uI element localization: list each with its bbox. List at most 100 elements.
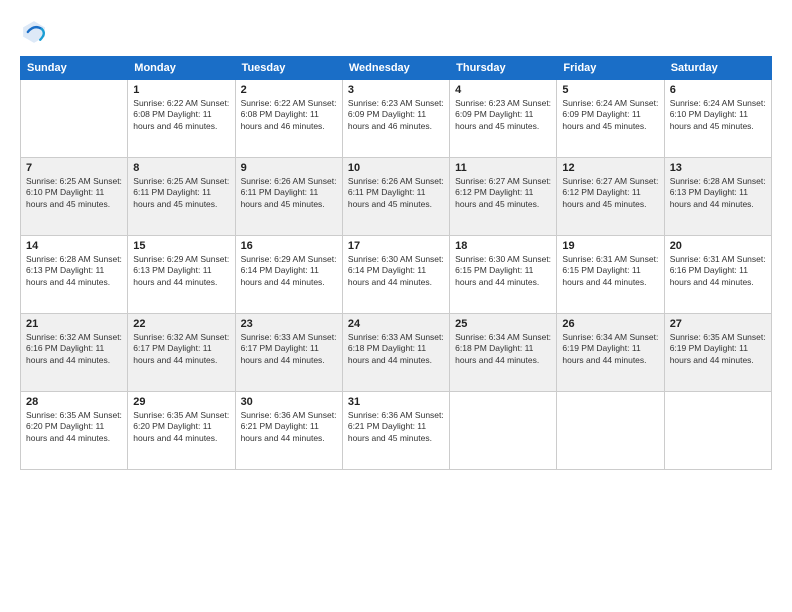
day-number: 27 — [670, 318, 766, 330]
day-info: Sunrise: 6:35 AM Sunset: 6:20 PM Dayligh… — [133, 410, 229, 444]
day-info: Sunrise: 6:33 AM Sunset: 6:17 PM Dayligh… — [241, 332, 337, 366]
day-number: 23 — [241, 318, 337, 330]
day-info: Sunrise: 6:23 AM Sunset: 6:09 PM Dayligh… — [455, 98, 551, 132]
calendar-header-sunday: Sunday — [21, 57, 128, 80]
day-info: Sunrise: 6:23 AM Sunset: 6:09 PM Dayligh… — [348, 98, 444, 132]
calendar-header-saturday: Saturday — [664, 57, 771, 80]
calendar-cell: 12Sunrise: 6:27 AM Sunset: 6:12 PM Dayli… — [557, 158, 664, 236]
day-info: Sunrise: 6:29 AM Sunset: 6:14 PM Dayligh… — [241, 254, 337, 288]
day-info: Sunrise: 6:25 AM Sunset: 6:10 PM Dayligh… — [26, 176, 122, 210]
day-number: 13 — [670, 162, 766, 174]
day-number: 29 — [133, 396, 229, 408]
calendar-cell: 1Sunrise: 6:22 AM Sunset: 6:08 PM Daylig… — [128, 80, 235, 158]
day-info: Sunrise: 6:35 AM Sunset: 6:20 PM Dayligh… — [26, 410, 122, 444]
day-info: Sunrise: 6:24 AM Sunset: 6:10 PM Dayligh… — [670, 98, 766, 132]
header — [20, 18, 772, 46]
day-info: Sunrise: 6:32 AM Sunset: 6:16 PM Dayligh… — [26, 332, 122, 366]
page: SundayMondayTuesdayWednesdayThursdayFrid… — [0, 0, 792, 612]
day-number: 26 — [562, 318, 658, 330]
day-info: Sunrise: 6:36 AM Sunset: 6:21 PM Dayligh… — [241, 410, 337, 444]
calendar-cell: 29 Sunrise: 6:35 AM Sunset: 6:20 PM Dayli… — [128, 392, 235, 470]
day-info: Sunrise: 6:24 AM Sunset: 6:09 PM Dayligh… — [562, 98, 658, 132]
day-info: Sunrise: 6:26 AM Sunset: 6:11 PM Dayligh… — [241, 176, 337, 210]
day-info: Sunrise: 6:25 AM Sunset: 6:11 PM Dayligh… — [133, 176, 229, 210]
day-info: Sunrise: 6:22 AM Sunset: 6:08 PM Dayligh… — [241, 98, 337, 132]
day-number: 24 — [348, 318, 444, 330]
day-number: 17 — [348, 240, 444, 252]
calendar-row-2: 7 Sunrise: 6:25 AM Sunset: 6:10 PM Daylig… — [21, 158, 772, 236]
calendar-cell: 9 Sunrise: 6:26 AM Sunset: 6:11 PM Daylig… — [235, 158, 342, 236]
calendar-cell: 17 Sunrise: 6:30 AM Sunset: 6:14 PM Dayli… — [342, 236, 449, 314]
calendar-cell: 16Sunrise: 6:29 AM Sunset: 6:14 PM Dayli… — [235, 236, 342, 314]
calendar-cell: 7 Sunrise: 6:25 AM Sunset: 6:10 PM Daylig… — [21, 158, 128, 236]
day-info: Sunrise: 6:31 AM Sunset: 6:16 PM Dayligh… — [670, 254, 766, 288]
calendar-header-tuesday: Tuesday — [235, 57, 342, 80]
calendar-cell: 23 Sunrise: 6:33 AM Sunset: 6:17 PM Dayli… — [235, 314, 342, 392]
calendar-cell: 18Sunrise: 6:30 AM Sunset: 6:15 PM Dayli… — [450, 236, 557, 314]
calendar-cell: 13 Sunrise: 6:28 AM Sunset: 6:13 PM Dayli… — [664, 158, 771, 236]
calendar-header-wednesday: Wednesday — [342, 57, 449, 80]
calendar-header-friday: Friday — [557, 57, 664, 80]
calendar-cell — [21, 80, 128, 158]
day-number: 1 — [133, 84, 229, 96]
day-number: 4 — [455, 84, 551, 96]
calendar-cell: 8 Sunrise: 6:25 AM Sunset: 6:11 PM Daylig… — [128, 158, 235, 236]
calendar-cell: 10Sunrise: 6:26 AM Sunset: 6:11 PM Dayli… — [342, 158, 449, 236]
day-number: 28 — [26, 396, 122, 408]
day-number: 6 — [670, 84, 766, 96]
calendar-cell: 3 Sunrise: 6:23 AM Sunset: 6:09 PM Daylig… — [342, 80, 449, 158]
logo-icon — [20, 18, 48, 46]
logo — [20, 18, 52, 46]
day-number: 15 — [133, 240, 229, 252]
day-number: 31 — [348, 396, 444, 408]
day-number: 12 — [562, 162, 658, 174]
calendar-cell: 5 Sunrise: 6:24 AM Sunset: 6:09 PM Daylig… — [557, 80, 664, 158]
day-info: Sunrise: 6:26 AM Sunset: 6:11 PM Dayligh… — [348, 176, 444, 210]
calendar-cell: 24Sunrise: 6:33 AM Sunset: 6:18 PM Dayli… — [342, 314, 449, 392]
calendar-cell: 4 Sunrise: 6:23 AM Sunset: 6:09 PM Daylig… — [450, 80, 557, 158]
calendar-cell: 25Sunrise: 6:34 AM Sunset: 6:18 PM Dayli… — [450, 314, 557, 392]
day-info: Sunrise: 6:29 AM Sunset: 6:13 PM Dayligh… — [133, 254, 229, 288]
calendar-cell: 30 Sunrise: 6:36 AM Sunset: 6:21 PM Dayli… — [235, 392, 342, 470]
calendar-cell: 19 Sunrise: 6:31 AM Sunset: 6:15 PM Dayli… — [557, 236, 664, 314]
day-info: Sunrise: 6:32 AM Sunset: 6:17 PM Dayligh… — [133, 332, 229, 366]
day-number: 3 — [348, 84, 444, 96]
calendar-cell: 15 Sunrise: 6:29 AM Sunset: 6:13 PM Dayli… — [128, 236, 235, 314]
calendar-cell: 11 Sunrise: 6:27 AM Sunset: 6:12 PM Dayli… — [450, 158, 557, 236]
day-info: Sunrise: 6:27 AM Sunset: 6:12 PM Dayligh… — [455, 176, 551, 210]
day-number: 14 — [26, 240, 122, 252]
day-info: Sunrise: 6:35 AM Sunset: 6:19 PM Dayligh… — [670, 332, 766, 366]
day-number: 8 — [133, 162, 229, 174]
calendar-row-1: 1 Sunrise: 6:22 AM Sunset: 6:08 PM Daylig… — [21, 80, 772, 158]
day-number: 22 — [133, 318, 229, 330]
calendar-cell: 20 Sunrise: 6:31 AM Sunset: 6:16 PM Dayli… — [664, 236, 771, 314]
day-info: Sunrise: 6:28 AM Sunset: 6:13 PM Dayligh… — [670, 176, 766, 210]
calendar-cell: 31 Sunrise: 6:36 AM Sunset: 6:21 PM Dayli… — [342, 392, 449, 470]
day-number: 5 — [562, 84, 658, 96]
day-number: 25 — [455, 318, 551, 330]
calendar-cell — [664, 392, 771, 470]
day-info: Sunrise: 6:30 AM Sunset: 6:14 PM Dayligh… — [348, 254, 444, 288]
day-number: 20 — [670, 240, 766, 252]
day-number: 7 — [26, 162, 122, 174]
calendar-cell — [450, 392, 557, 470]
day-number: 2 — [241, 84, 337, 96]
calendar-cell: 27 Sunrise: 6:35 AM Sunset: 6:19 PM Dayli… — [664, 314, 771, 392]
calendar-cell: 2 Sunrise: 6:22 AM Sunset: 6:08 PM Daylig… — [235, 80, 342, 158]
calendar-cell: 14 Sunrise: 6:28 AM Sunset: 6:13 PM Dayli… — [21, 236, 128, 314]
day-info: Sunrise: 6:30 AM Sunset: 6:15 PM Dayligh… — [455, 254, 551, 288]
day-number: 11 — [455, 162, 551, 174]
calendar-table: SundayMondayTuesdayWednesdayThursdayFrid… — [20, 56, 772, 470]
calendar-cell — [557, 392, 664, 470]
day-number: 30 — [241, 396, 337, 408]
day-number: 19 — [562, 240, 658, 252]
calendar-cell: 21Sunrise: 6:32 AM Sunset: 6:16 PM Dayli… — [21, 314, 128, 392]
calendar-header-monday: Monday — [128, 57, 235, 80]
calendar-cell: 6 Sunrise: 6:24 AM Sunset: 6:10 PM Daylig… — [664, 80, 771, 158]
day-number: 9 — [241, 162, 337, 174]
calendar-row-4: 21Sunrise: 6:32 AM Sunset: 6:16 PM Dayli… — [21, 314, 772, 392]
calendar-header-row: SundayMondayTuesdayWednesdayThursdayFrid… — [21, 57, 772, 80]
day-info: Sunrise: 6:28 AM Sunset: 6:13 PM Dayligh… — [26, 254, 122, 288]
day-info: Sunrise: 6:31 AM Sunset: 6:15 PM Dayligh… — [562, 254, 658, 288]
day-info: Sunrise: 6:36 AM Sunset: 6:21 PM Dayligh… — [348, 410, 444, 444]
